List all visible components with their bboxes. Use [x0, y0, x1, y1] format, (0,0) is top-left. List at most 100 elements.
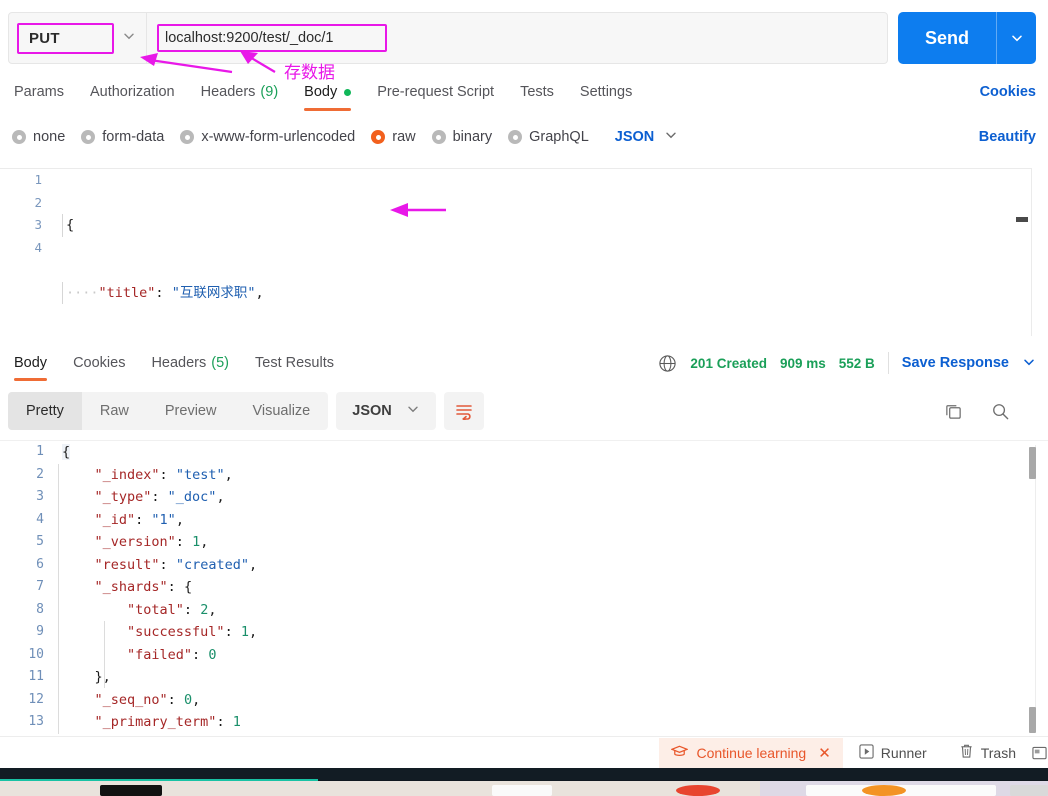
request-editor-scrollbar-track[interactable] — [1020, 169, 1028, 336]
response-toolbar-right — [944, 402, 1040, 421]
taskbar-app-icon[interactable] — [492, 785, 552, 796]
view-mode-label: Raw — [99, 403, 129, 419]
url-input[interactable] — [157, 24, 387, 52]
tab-tests[interactable]: Tests — [507, 73, 567, 111]
response-scrollbar-thumb-bottom[interactable] — [1029, 707, 1036, 733]
code-token-sep: : — [216, 714, 233, 730]
graduation-cap-icon — [670, 744, 690, 762]
body-type-form-data[interactable]: form-data — [81, 129, 164, 145]
taskbar-app-icon[interactable] — [1010, 785, 1048, 796]
divider — [887, 352, 889, 374]
save-response-button[interactable]: Save Response — [902, 355, 1009, 371]
body-type-raw[interactable]: raw — [371, 129, 416, 145]
raw-format-dropdown[interactable]: JSON — [615, 128, 679, 146]
tab-authorization[interactable]: Authorization — [77, 73, 188, 111]
code-line-2: ····"title": "互联网求职", — [60, 281, 1031, 304]
taskbar-app-icon[interactable] — [676, 785, 720, 796]
response-scrollbar-thumb-top[interactable] — [1029, 447, 1036, 479]
response-meta: 201 Created 909 ms 552 B Save Response — [658, 352, 1036, 374]
save-response-chevron-icon[interactable] — [1022, 355, 1036, 372]
response-code-line: "_seq_no": 0, — [62, 689, 1018, 712]
response-scrollbar-track[interactable] — [1035, 445, 1036, 732]
taskbar-app-icon[interactable] — [862, 785, 906, 796]
body-type-urlencoded[interactable]: x-www-form-urlencoded — [180, 129, 355, 145]
continue-learning-banner[interactable]: Continue learning ✕ — [659, 737, 843, 768]
response-tab-body[interactable]: Body — [12, 343, 60, 383]
response-code-line: }, — [62, 666, 1018, 689]
tab-settings[interactable]: Settings — [567, 73, 645, 111]
response-body-viewer[interactable]: 1 2 3 4 5 6 7 8 9 10 11 12 13 { "_index"… — [0, 440, 1048, 736]
taskbar-app-icon[interactable] — [100, 785, 162, 796]
panel-toggle-icon[interactable] — [1032, 737, 1048, 769]
code-token-sep: : — [151, 489, 168, 505]
beautify-link[interactable]: Beautify — [979, 129, 1036, 145]
view-mode-visualize[interactable]: Visualize — [234, 392, 328, 430]
tab-label: Tests — [520, 84, 554, 100]
response-format-dropdown[interactable]: JSON — [336, 392, 436, 430]
tab-params[interactable]: Params — [12, 73, 77, 111]
code-token-sep: : — [224, 624, 241, 640]
code-token-key: "result" — [62, 556, 160, 573]
request-body-editor[interactable]: 1 2 3 4 { ····"title": "互联网求职", ····"con… — [0, 168, 1032, 336]
request-editor-scrollbar-thumb[interactable] — [1016, 217, 1028, 222]
tab-label: Headers — [151, 355, 207, 371]
response-tab-headers[interactable]: Headers (5) — [138, 343, 242, 383]
code-token-sep: : — [159, 466, 176, 483]
send-button[interactable]: Send — [898, 12, 996, 64]
body-type-binary[interactable]: binary — [431, 129, 492, 145]
line-number: 2 — [34, 194, 42, 210]
view-mode-label: Visualize — [252, 403, 311, 419]
view-mode-pretty[interactable]: Pretty — [8, 392, 82, 430]
code-token-value: "created" — [175, 556, 249, 573]
response-tab-test-results[interactable]: Test Results — [242, 343, 347, 383]
code-token-sep: : — [175, 534, 193, 550]
body-type-none[interactable]: none — [12, 129, 65, 145]
radio-icon — [12, 130, 26, 144]
radio-icon — [180, 130, 195, 144]
close-icon[interactable]: ✕ — [818, 744, 831, 762]
chevron-down-icon — [406, 402, 420, 420]
runner-button[interactable]: Runner — [843, 737, 943, 769]
cookies-link[interactable]: Cookies — [980, 84, 1036, 100]
request-url-bar: PUT Send — [0, 8, 1048, 68]
trash-button[interactable]: Trash — [943, 737, 1032, 769]
code-token-sep: : — [155, 284, 172, 301]
fold-guide — [104, 621, 105, 688]
response-code-line: "_type": "_doc", — [62, 486, 1018, 509]
search-icon[interactable] — [991, 402, 1010, 421]
chevron-down-icon — [664, 128, 678, 146]
tab-body[interactable]: Body — [291, 73, 364, 111]
runner-label: Runner — [880, 744, 927, 761]
line-number: 5 — [36, 534, 44, 549]
view-mode-raw[interactable]: Raw — [82, 392, 147, 430]
tab-headers[interactable]: Headers (9) — [188, 73, 292, 111]
request-code-area: 1 2 3 4 { ····"title": "互联网求职", ····"con… — [0, 169, 1031, 336]
tab-pre-request-script[interactable]: Pre-request Script — [364, 73, 507, 111]
send-options-chevron-icon[interactable] — [996, 12, 1036, 64]
code-token-key: "failed" — [62, 646, 193, 663]
response-code-lines: { "_index": "test", "_type": "_doc", "_i… — [58, 441, 1018, 736]
wrap-lines-icon — [455, 405, 472, 420]
code-token-brace: } — [62, 669, 103, 685]
response-code-line: "total": 2, — [62, 599, 1018, 622]
code-token-trail: , — [200, 534, 209, 550]
http-method-dropdown[interactable]: PUT — [9, 12, 147, 64]
code-token-value: "test" — [175, 466, 225, 483]
request-code-lines[interactable]: { ····"title": "互联网求职", ····"content": "… — [60, 169, 1031, 336]
code-token-trail: , — [248, 556, 258, 573]
line-number: 6 — [36, 556, 44, 572]
globe-icon[interactable] — [658, 354, 677, 373]
line-number: 2 — [36, 466, 44, 482]
postman-window: PUT Send 存数据 Params — [0, 0, 1048, 796]
tab-label: Authorization — [89, 84, 175, 100]
copy-icon[interactable] — [944, 402, 963, 421]
tab-label: Body — [14, 355, 48, 371]
response-tab-cookies[interactable]: Cookies — [60, 343, 138, 383]
indent-guide — [62, 281, 63, 304]
fold-guide — [58, 463, 59, 734]
code-token-comma: , — [255, 284, 264, 301]
body-type-graphql[interactable]: GraphQL — [508, 129, 589, 145]
response-code-line: "_id": "1", — [62, 509, 1018, 532]
wrap-lines-button[interactable] — [443, 392, 484, 430]
view-mode-preview[interactable]: Preview — [147, 392, 235, 430]
